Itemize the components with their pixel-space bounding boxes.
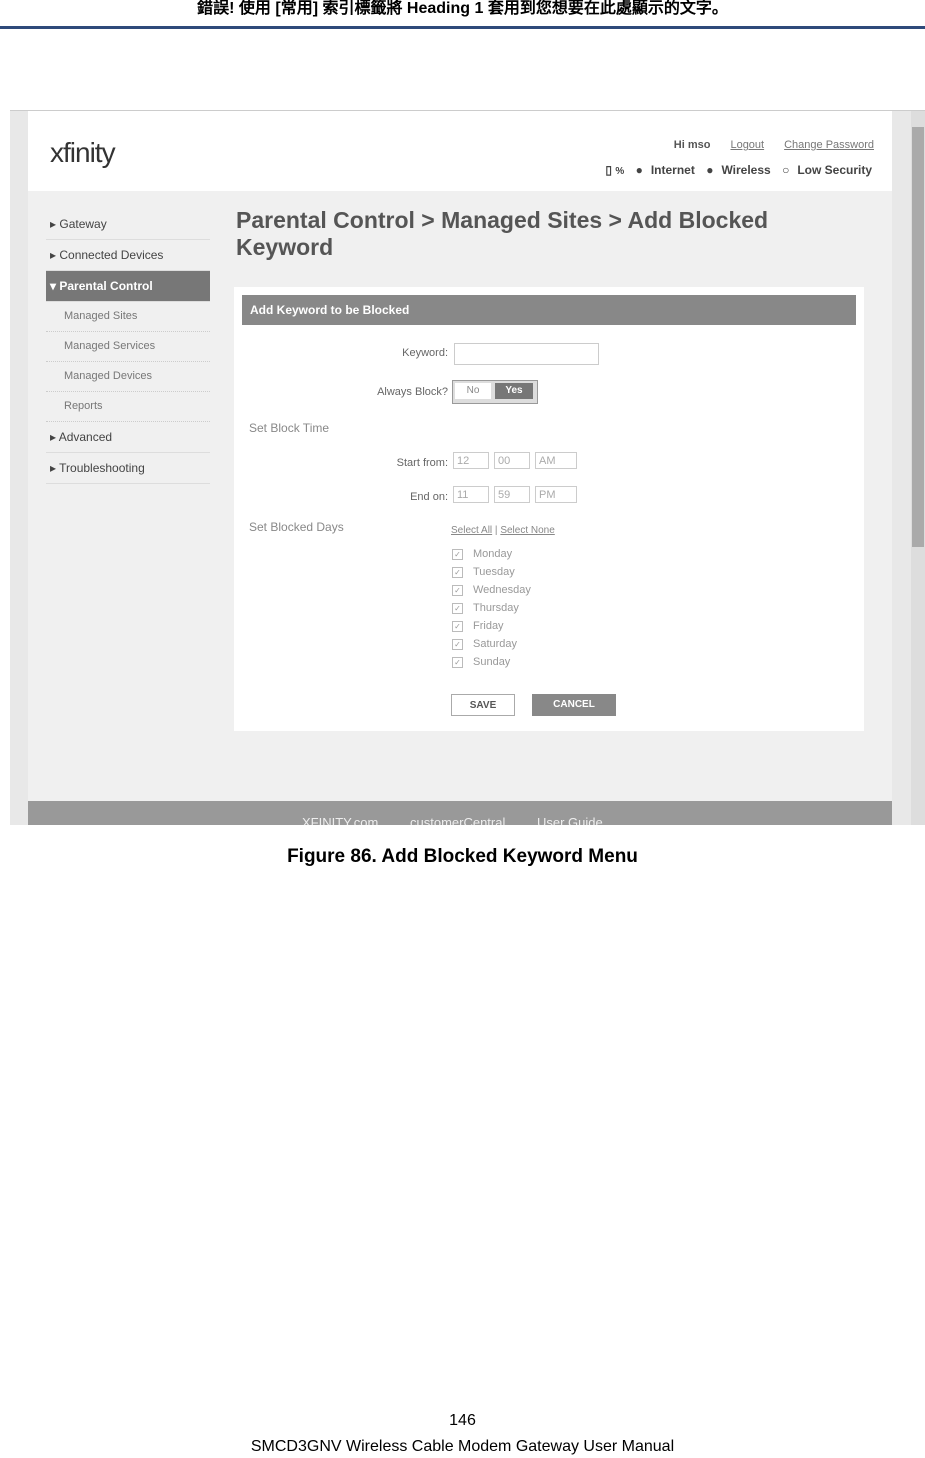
day-tuesday[interactable]: ✓ Tuesday bbox=[452, 566, 515, 578]
end-label: End on: bbox=[410, 491, 448, 503]
set-block-time-heading: Set Block Time bbox=[249, 421, 330, 435]
sidebar: ▸ Gateway ▸ Connected Devices ▾ Parental… bbox=[46, 209, 210, 484]
cancel-button[interactable]: CANCEL bbox=[532, 694, 616, 716]
change-password-link[interactable]: Change Password bbox=[784, 139, 874, 151]
separator: | bbox=[494, 525, 498, 536]
battery-percent: % bbox=[615, 166, 625, 177]
header-rule bbox=[0, 26, 925, 29]
figure-caption: Figure 86. Add Blocked Keyword Menu bbox=[287, 846, 638, 867]
sidebar-sub-managed-devices[interactable]: Managed Devices bbox=[46, 362, 210, 392]
footer-link-xfinity[interactable]: XFINITY.com bbox=[302, 815, 378, 825]
footer-link-customercentral[interactable]: customerCentral bbox=[410, 815, 505, 825]
battery-icon: ▯ bbox=[605, 163, 612, 177]
sidebar-item-troubleshooting[interactable]: ▸ Troubleshooting bbox=[46, 453, 210, 484]
form-title: Add Keyword to be Blocked bbox=[242, 295, 856, 325]
page-title: Parental Control > Managed Sites > Add B… bbox=[236, 207, 769, 260]
day-wednesday[interactable]: ✓ Wednesday bbox=[452, 584, 531, 596]
keyword-label: Keyword: bbox=[402, 347, 448, 359]
keyword-input[interactable] bbox=[454, 343, 599, 365]
end-ampm-select[interactable]: PM bbox=[535, 486, 577, 503]
day-friday[interactable]: ✓ Friday bbox=[452, 620, 504, 632]
always-block-label: Always Block? bbox=[377, 386, 448, 398]
start-hour-select[interactable]: 12 bbox=[453, 452, 489, 469]
day-monday[interactable]: ✓ Monday bbox=[452, 548, 512, 560]
page-footer: SMCD3GNV Wireless Cable Modem Gateway Us… bbox=[250, 1438, 675, 1455]
xfinity-logo: xfinity bbox=[50, 137, 116, 168]
scrollbar[interactable] bbox=[911, 111, 925, 825]
yes-option[interactable]: Yes bbox=[495, 383, 533, 399]
select-none-link[interactable]: Select None bbox=[500, 525, 554, 536]
day-saturday[interactable]: ✓ Saturday bbox=[452, 638, 517, 650]
end-minute-select[interactable]: 59 bbox=[494, 486, 530, 503]
sidebar-item-gateway[interactable]: ▸ Gateway bbox=[46, 209, 210, 240]
set-blocked-days-heading: Set Blocked Days bbox=[249, 520, 344, 534]
footer-bar: XFINITY.com customerCentral User Guide bbox=[28, 801, 892, 825]
check-icon: ● bbox=[635, 163, 643, 177]
status-security: Low Security bbox=[797, 163, 872, 177]
status-internet: Internet bbox=[650, 163, 695, 177]
logout-link[interactable]: Logout bbox=[730, 139, 764, 151]
sidebar-item-connected-devices[interactable]: ▸ Connected Devices bbox=[46, 240, 210, 271]
footer-link-user-guide[interactable]: User Guide bbox=[537, 815, 603, 825]
start-ampm-select[interactable]: AM bbox=[535, 452, 577, 469]
checkbox-checked-icon: ✓ bbox=[452, 549, 463, 560]
page-number: 146 bbox=[449, 1412, 476, 1429]
scrollbar-thumb[interactable] bbox=[912, 127, 924, 547]
always-block-toggle[interactable]: No Yes bbox=[452, 380, 538, 404]
checkbox-checked-icon: ✓ bbox=[452, 657, 463, 668]
add-keyword-form: Add Keyword to be Blocked Keyword: Alway… bbox=[234, 287, 864, 731]
greeting: Hi mso bbox=[673, 139, 711, 151]
sidebar-item-parental-control[interactable]: ▾ Parental Control bbox=[46, 271, 210, 302]
day-sunday[interactable]: ✓ Sunday bbox=[452, 656, 510, 668]
sidebar-sub-reports[interactable]: Reports bbox=[46, 392, 210, 422]
no-option[interactable]: No bbox=[455, 383, 491, 399]
start-minute-select[interactable]: 00 bbox=[494, 452, 530, 469]
checkbox-checked-icon: ✓ bbox=[452, 585, 463, 596]
checkbox-checked-icon: ✓ bbox=[452, 621, 463, 632]
select-all-link[interactable]: Select All bbox=[451, 525, 492, 536]
checkbox-checked-icon: ✓ bbox=[452, 639, 463, 650]
sidebar-sub-managed-services[interactable]: Managed Services bbox=[46, 332, 210, 362]
checkbox-checked-icon: ✓ bbox=[452, 567, 463, 578]
page-header: 錯誤! 使用 [常用] 索引標籤將 Heading 1 套用到您想要在此處顯示的… bbox=[197, 0, 728, 17]
screenshot: xfinity Hi mso Logout Change Password ▯ % … bbox=[10, 110, 925, 825]
warning-icon: ○ bbox=[782, 163, 790, 177]
end-hour-select[interactable]: 11 bbox=[453, 486, 489, 503]
start-label: Start from: bbox=[396, 457, 448, 469]
sidebar-item-advanced[interactable]: ▸ Advanced bbox=[46, 422, 210, 453]
status-wireless: Wireless bbox=[721, 163, 771, 177]
check-icon: ● bbox=[706, 163, 714, 177]
checkbox-checked-icon: ✓ bbox=[452, 603, 463, 614]
day-thursday[interactable]: ✓ Thursday bbox=[452, 602, 519, 614]
save-button[interactable]: SAVE bbox=[451, 694, 515, 716]
sidebar-sub-managed-sites[interactable]: Managed Sites bbox=[46, 302, 210, 332]
